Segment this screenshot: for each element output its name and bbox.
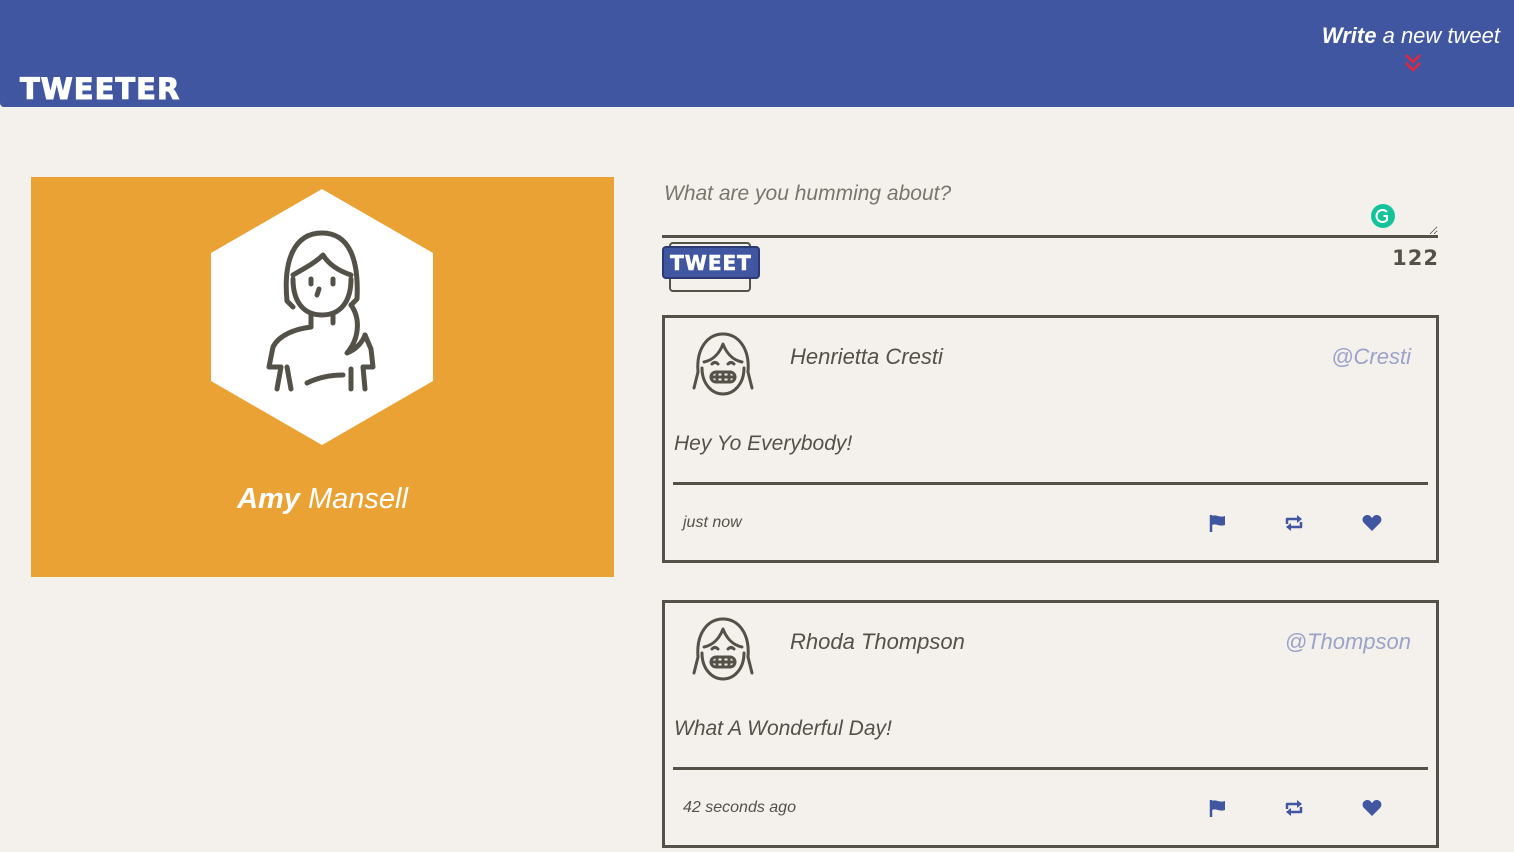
tweet-body: What A Wonderful Day! <box>674 717 892 740</box>
profile-last-name: Mansell <box>299 483 408 515</box>
tweet-composer-input[interactable] <box>662 178 1438 238</box>
heart-icon[interactable] <box>1361 512 1383 534</box>
heart-icon[interactable] <box>1361 797 1383 819</box>
tweet-card: Rhoda Thompson @Thompson What A Wonderfu… <box>662 600 1439 848</box>
double-chevron-down-icon[interactable] <box>1403 52 1423 74</box>
smiling-girl-avatar-icon <box>692 617 754 681</box>
grammarly-icon[interactable] <box>1371 204 1395 228</box>
top-nav: TWEETER Write a new tweet <box>0 0 1514 107</box>
profile-name: Amy Mansell <box>31 483 614 516</box>
smiling-girl-avatar-icon <box>692 332 754 396</box>
woman-avatar-icon <box>211 189 433 445</box>
tweet-author-name: Rhoda Thompson <box>790 629 965 654</box>
tweet-card: Henrietta Cresti @Cresti Hey Yo Everybod… <box>662 315 1439 563</box>
brand-logo[interactable]: TWEETER <box>19 72 180 107</box>
write-label-bold: Write <box>1321 23 1377 48</box>
profile-first-name: Amy <box>237 483 300 515</box>
write-new-tweet-label[interactable]: Write a new tweet <box>1322 23 1500 48</box>
profile-card: Amy Mansell <box>31 177 614 577</box>
grammarly-g-glyph <box>1375 209 1388 223</box>
tweet-author-handle[interactable]: @Cresti <box>1331 344 1411 370</box>
tweet-body: Hey Yo Everybody! <box>674 432 853 455</box>
write-label-rest: a new tweet <box>1376 23 1500 48</box>
retweet-icon[interactable] <box>1283 797 1305 819</box>
flag-icon[interactable] <box>1207 797 1229 819</box>
tweet-author-name: Henrietta Cresti <box>790 344 943 369</box>
retweet-icon[interactable] <box>1283 512 1305 534</box>
character-counter: 122 <box>1392 246 1439 270</box>
tweet-timestamp: 42 seconds ago <box>683 799 796 816</box>
tweet-author-handle[interactable]: @Thompson <box>1285 629 1411 655</box>
tweet-divider <box>673 482 1428 485</box>
tweet-timestamp: just now <box>683 514 742 531</box>
tweet-submit-button[interactable]: TWEET <box>662 246 760 279</box>
flag-icon[interactable] <box>1207 512 1229 534</box>
write-new-tweet-toggle[interactable]: Write a new tweet <box>1322 23 1500 49</box>
tweet-divider <box>673 767 1428 770</box>
